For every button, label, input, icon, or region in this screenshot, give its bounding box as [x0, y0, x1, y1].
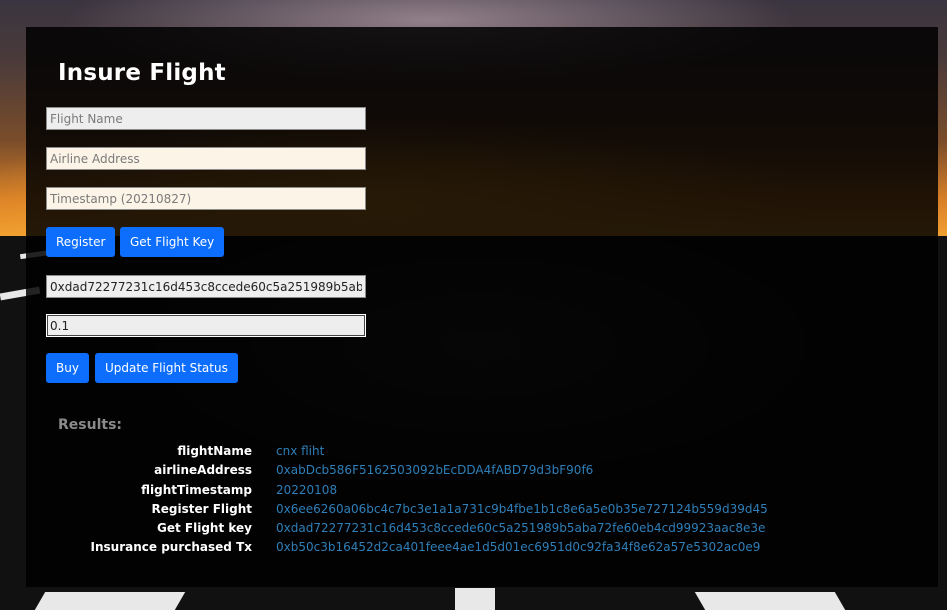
result-value: cnx fliht — [276, 444, 325, 458]
flight-key-input[interactable] — [46, 275, 366, 298]
result-row-flight-name: flightName cnx fliht — [0, 444, 947, 463]
result-value: 0x6ee6260a06bc4c7bc3e1a1a731c9b4fbe1b1c8… — [276, 502, 768, 516]
runway-marking — [455, 588, 495, 610]
result-value: 20220108 — [276, 483, 338, 497]
result-row-register-flight: Register Flight 0x6ee6260a06bc4c7bc3e1a1… — [0, 502, 947, 521]
runway-marking — [694, 592, 846, 610]
page-title: Insure Flight — [58, 60, 226, 86]
timestamp-input[interactable] — [46, 187, 366, 210]
update-flight-status-button[interactable]: Update Flight Status — [95, 353, 238, 383]
result-label: flightName — [177, 444, 252, 458]
result-value: 0xdad72277231c16d453c8ccede60c5a251989b5… — [276, 521, 766, 535]
result-row-airline-address: airlineAddress 0xabDcb586F5162503092bEcD… — [0, 463, 947, 482]
runway-marking — [34, 592, 186, 610]
airline-address-input[interactable] — [46, 147, 366, 170]
result-row-insurance-tx: Insurance purchased Tx 0xb50c3b16452d2ca… — [0, 540, 947, 559]
result-row-flight-timestamp: flightTimestamp 20220108 — [0, 483, 947, 502]
insurance-amount-input[interactable] — [46, 314, 366, 337]
result-label: Get Flight key — [157, 521, 252, 535]
flight-name-input[interactable] — [46, 107, 366, 130]
result-label: flightTimestamp — [141, 483, 252, 497]
results-heading: Results: — [58, 417, 122, 433]
result-label: Insurance purchased Tx — [90, 540, 252, 554]
register-button[interactable]: Register — [46, 227, 116, 257]
result-value: 0xabDcb586F5162503092bEcDDA4fABD79d3bF90… — [276, 463, 594, 477]
result-value: 0xb50c3b16452d2ca401feee4ae1d5d01ec6951d… — [276, 540, 761, 554]
buy-button[interactable]: Buy — [46, 353, 89, 383]
result-label: Register Flight — [151, 502, 253, 516]
result-label: airlineAddress — [154, 463, 252, 477]
get-flight-key-button[interactable]: Get Flight Key — [120, 227, 225, 257]
result-row-get-flight-key: Get Flight key 0xdad72277231c16d453c8cce… — [0, 521, 947, 540]
